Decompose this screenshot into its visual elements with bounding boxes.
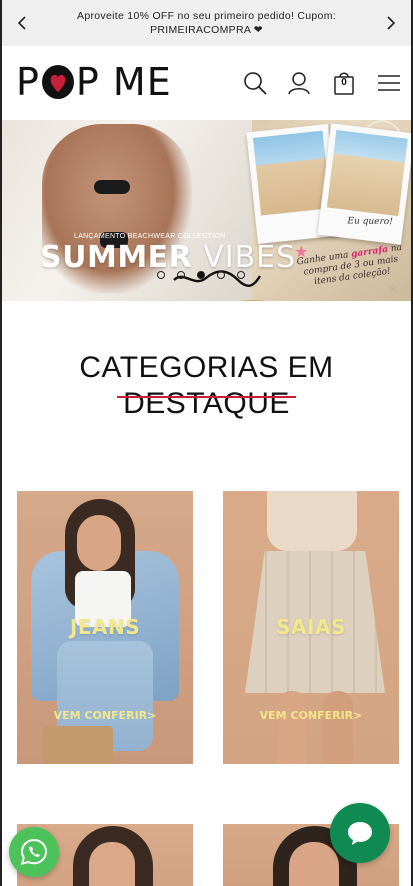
model-leg <box>277 691 307 764</box>
category-label: JEANS <box>69 615 141 639</box>
model-leg <box>323 691 353 764</box>
section-title-line2: DESTAQUE <box>117 387 296 420</box>
banner-polaroid-right: Eu quero! <box>317 123 411 245</box>
section-title: CATEGORIAS EM DESTAQUE <box>0 350 413 422</box>
carousel-dots <box>157 271 245 279</box>
polaroid-caption: Eu quero! <box>347 216 393 228</box>
category-card-jeans[interactable]: JEANS VEM CONFERIR> <box>17 491 193 764</box>
banner-bikini-top <box>94 180 130 194</box>
logo-text-rest: P ME <box>75 60 172 104</box>
star-icon: ★ <box>386 280 401 297</box>
banner-subtag: LANÇAMENTO BEACHWEAR COLLECTION <box>74 233 226 240</box>
logo-letter-p: P <box>16 60 40 104</box>
whatsapp-button[interactable] <box>9 827 59 877</box>
menu-icon[interactable] <box>376 70 402 96</box>
chat-button[interactable] <box>330 803 390 863</box>
chat-bubble-icon <box>348 822 372 845</box>
cart-icon[interactable]: 0 <box>331 70 357 96</box>
category-cta[interactable]: VEM CONFERIR> <box>17 709 193 722</box>
cart-count: 0 <box>341 77 347 88</box>
polaroid-photo <box>326 129 408 217</box>
carousel-dot[interactable] <box>237 271 245 279</box>
category-card-saias[interactable]: SAIAS VEM CONFERIR> <box>223 491 399 764</box>
model-face <box>77 515 121 571</box>
polaroid-photo <box>252 130 331 216</box>
model-stool <box>43 726 113 764</box>
carousel-dot[interactable] <box>157 271 165 279</box>
category-cta[interactable]: VEM CONFERIR> <box>223 709 399 722</box>
announcement-bar: Aproveite 10% OFF no seu primeiro pedido… <box>0 0 413 46</box>
carousel-dot[interactable] <box>177 271 185 279</box>
announcement-message: Aproveite 10% OFF no seu primeiro pedido… <box>77 10 336 36</box>
user-icon[interactable] <box>286 70 312 96</box>
chevron-left-icon[interactable] <box>14 15 30 31</box>
brand-logo[interactable]: P P ME <box>16 60 172 104</box>
model-face <box>289 842 339 886</box>
chevron-right-icon[interactable] <box>383 15 399 31</box>
model-top <box>267 491 357 551</box>
logo-heart-o <box>41 64 75 100</box>
whatsapp-icon <box>20 838 48 865</box>
carousel-dot[interactable] <box>217 271 225 279</box>
category-label: SAIAS <box>276 615 346 639</box>
carousel-dot-active[interactable] <box>197 271 205 279</box>
model-face <box>89 842 135 886</box>
site-header: P P ME 0 <box>0 46 413 120</box>
search-icon[interactable] <box>242 70 268 96</box>
section-title-line1: CATEGORIAS EM <box>79 351 334 384</box>
